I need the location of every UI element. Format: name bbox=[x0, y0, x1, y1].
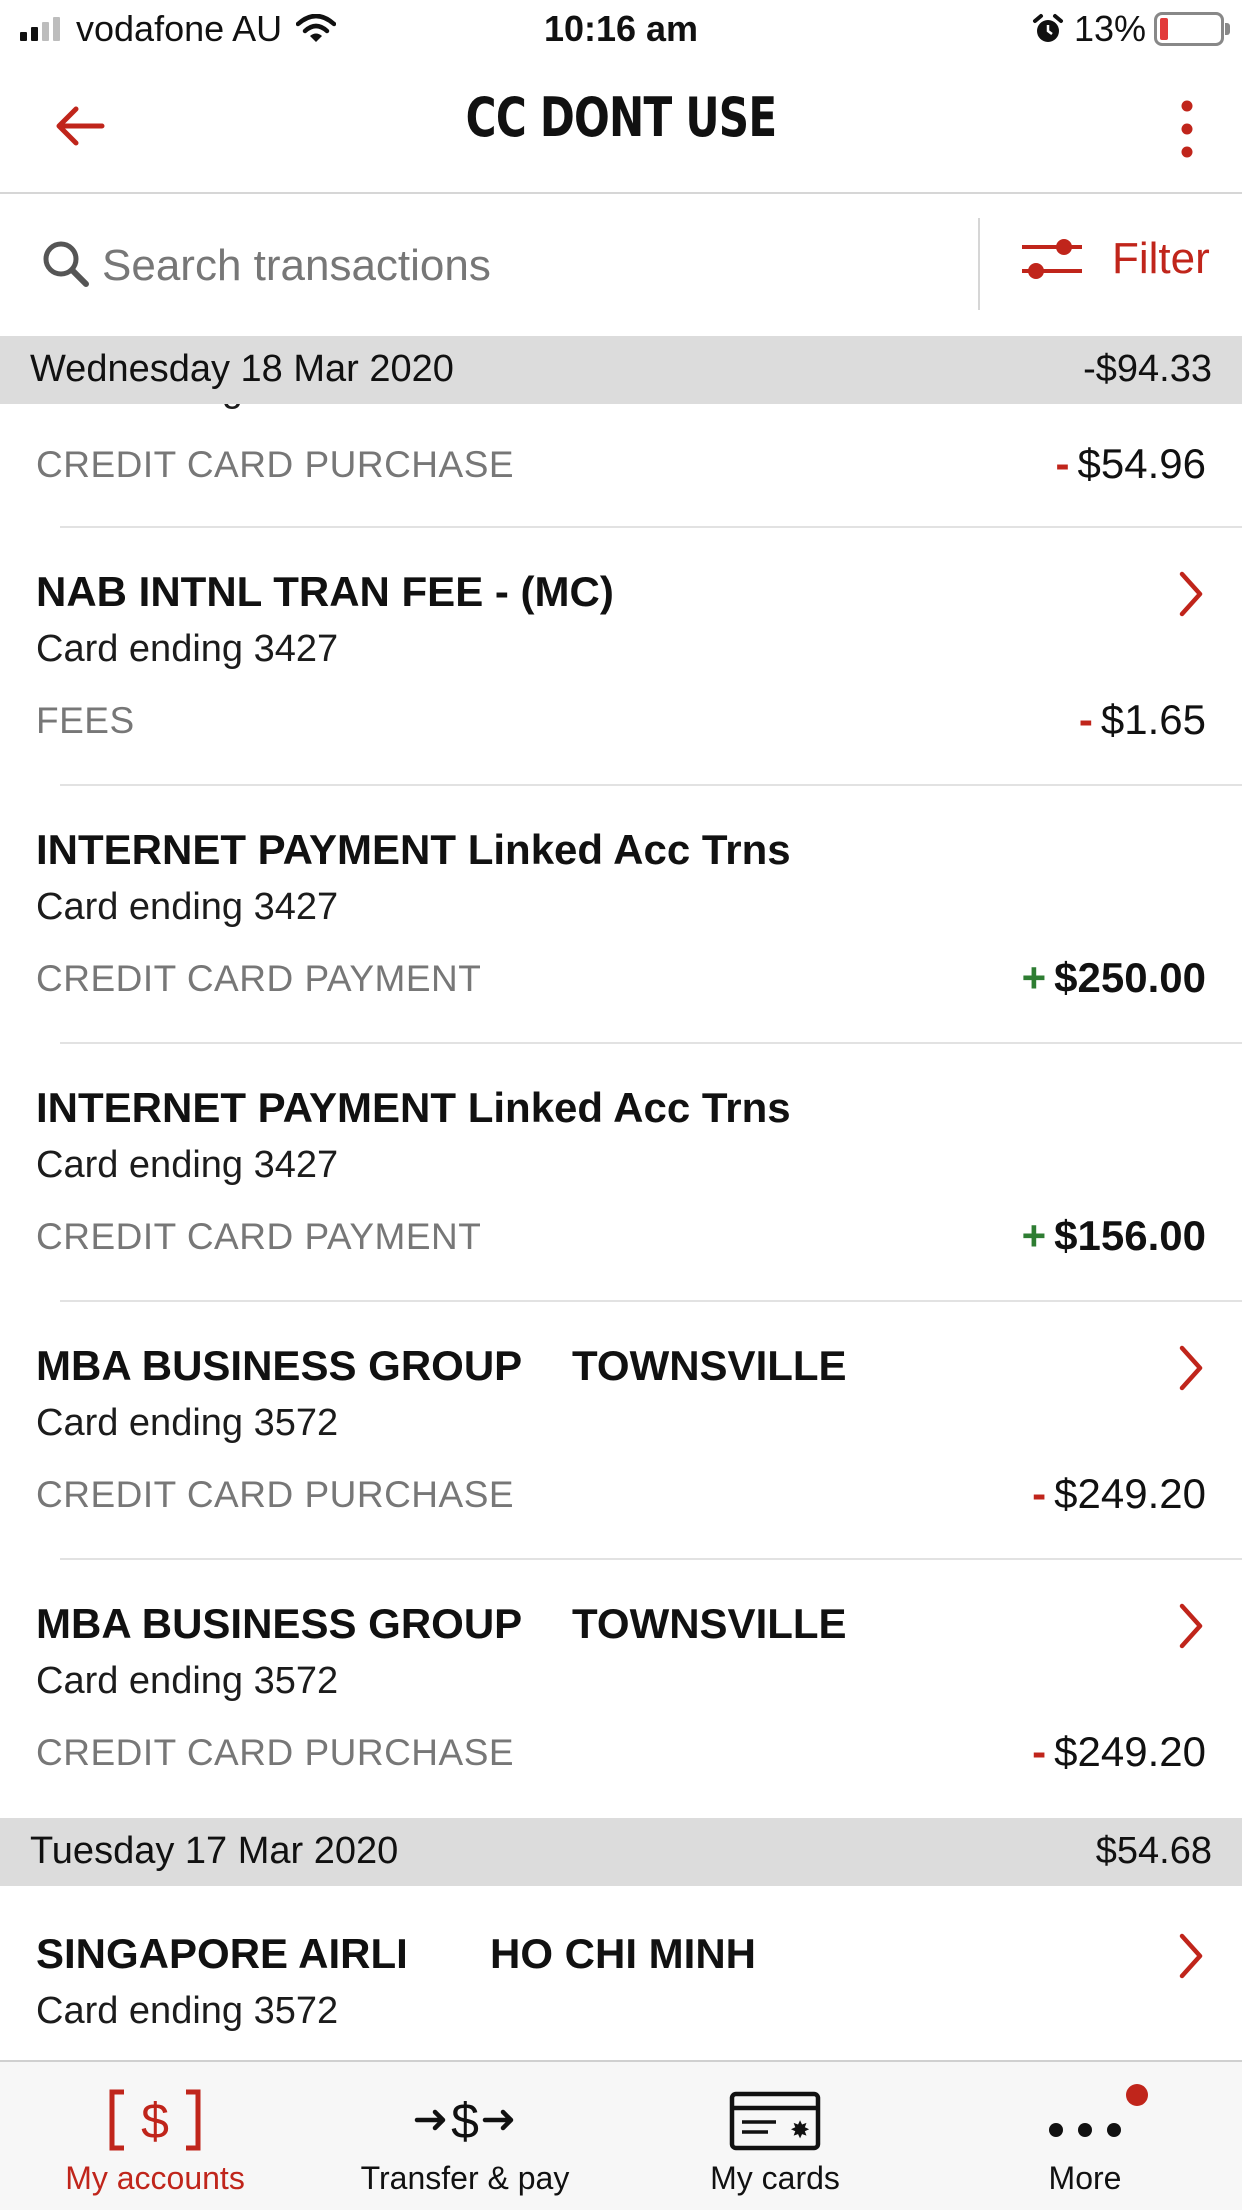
tab-label: More bbox=[1048, 2160, 1122, 2196]
transaction-row[interactable]: INTERNET PAYMENT Linked Acc Trns Card en… bbox=[0, 1044, 1242, 1300]
section-total: -$94.33 bbox=[1083, 348, 1212, 390]
more-horizontal-icon bbox=[1049, 2123, 1121, 2137]
transaction-amount: - $1.65 bbox=[1079, 696, 1206, 744]
chevron-right-icon bbox=[1179, 1603, 1203, 1649]
bottom-tab-bar: $ My accounts $ Transfer & pay ✸ My card… bbox=[0, 2060, 1242, 2210]
amount-sign: - bbox=[1078, 696, 1093, 743]
transaction-amount: - $249.20 bbox=[1032, 1728, 1206, 1776]
notification-badge bbox=[1126, 2084, 1148, 2106]
transaction-name: SINGAPORE AIRLI bbox=[36, 1930, 408, 1977]
filter-label: Filter bbox=[1112, 234, 1210, 283]
svg-text:$: $ bbox=[141, 2093, 169, 2149]
more-vertical-icon[interactable] bbox=[1172, 98, 1202, 160]
amount-value: $54.96 bbox=[1077, 440, 1206, 487]
amount-value: $249.20 bbox=[1054, 1470, 1206, 1517]
tab-more[interactable]: More bbox=[930, 2062, 1240, 2210]
card-ending: Card ending 3572 bbox=[36, 1660, 339, 1702]
transaction-row[interactable]: SINGAPORE AIRLI HO CHI MINH Card ending … bbox=[0, 1886, 1242, 2060]
arrow-left-icon[interactable] bbox=[50, 96, 110, 156]
transaction-row[interactable]: NAB INTNL TRAN FEE - (MC) Card ending 34… bbox=[0, 528, 1242, 784]
transaction-category: CREDIT CARD PURCHASE bbox=[36, 1732, 515, 1773]
search-icon bbox=[43, 241, 89, 287]
transaction-name: INTERNET PAYMENT Linked Acc Trns bbox=[36, 826, 791, 873]
tab-my-accounts[interactable]: $ My accounts bbox=[0, 2062, 310, 2210]
transfer-dollar-icon: $ bbox=[414, 2093, 514, 2149]
transaction-category: CREDIT CARD PAYMENT bbox=[36, 1216, 482, 1257]
amount-sign: - bbox=[1055, 440, 1070, 487]
header: CC DONT USE bbox=[0, 62, 1242, 194]
transaction-category: CREDIT CARD PAYMENT bbox=[36, 958, 482, 999]
transaction-name: INTERNET PAYMENT Linked Acc Trns bbox=[36, 1084, 791, 1131]
card-ending: Card ending 3427 bbox=[36, 1144, 339, 1186]
transaction-row[interactable]: MBA BUSINESS GROUP TOWNSVILLE Card endin… bbox=[0, 1560, 1242, 1816]
transaction-location: TOWNSVILLE bbox=[572, 1342, 847, 1389]
search-row: Filter bbox=[0, 194, 1242, 336]
amount-value: $1.65 bbox=[1100, 696, 1206, 743]
amount-sign: - bbox=[1032, 1728, 1047, 1775]
credit-card-icon: ✸ bbox=[729, 2091, 821, 2151]
amount-sign: + bbox=[1021, 954, 1047, 1001]
status-right: 13% bbox=[1032, 8, 1230, 50]
alarm-icon bbox=[1032, 14, 1063, 42]
sliders-icon bbox=[1022, 239, 1082, 279]
section-date: Tuesday 17 Mar 2020 bbox=[30, 1830, 399, 1872]
transaction-location: HO CHI MINH bbox=[490, 1930, 756, 1977]
search-input[interactable] bbox=[100, 230, 964, 302]
card-ending: Card ending 3572 bbox=[36, 1990, 339, 2032]
tab-label: My accounts bbox=[65, 2160, 245, 2196]
card-ending: Card ending 3572 bbox=[36, 1402, 339, 1444]
svg-text:✸: ✸ bbox=[790, 2116, 810, 2144]
status-bar: vodafone AU 10:16 am 13% bbox=[0, 0, 1242, 62]
date-section-header: Tuesday 17 Mar 2020 $54.68 bbox=[0, 1818, 1242, 1886]
chevron-right-icon bbox=[1179, 1933, 1203, 1979]
transaction-name: MBA BUSINESS GROUP bbox=[36, 1600, 523, 1647]
transaction-amount: - $249.20 bbox=[1032, 1470, 1206, 1518]
amount-value: $156.00 bbox=[1054, 1212, 1206, 1259]
page-title: CC DONT USE bbox=[465, 86, 777, 149]
battery-icon bbox=[1154, 12, 1230, 46]
transaction-category: CREDIT CARD PURCHASE bbox=[36, 444, 515, 485]
date-section-header: Wednesday 18 Mar 2020 -$94.33 bbox=[0, 336, 1242, 404]
tab-label: My cards bbox=[710, 2160, 840, 2196]
transaction-name: NAB INTNL TRAN FEE - (MC) bbox=[36, 568, 614, 615]
amount-sign: - bbox=[1032, 1470, 1047, 1517]
transaction-row[interactable]: INTERNET PAYMENT Linked Acc Trns Card en… bbox=[0, 786, 1242, 1042]
transaction-amount: + $156.00 bbox=[1022, 1212, 1206, 1260]
transaction-category: FEES bbox=[36, 700, 135, 741]
transaction-amount: - $54.96 bbox=[1056, 440, 1206, 488]
transaction-location: TOWNSVILLE bbox=[572, 1600, 847, 1647]
transaction-name: MBA BUSINESS GROUP bbox=[36, 1342, 523, 1389]
svg-text:$: $ bbox=[451, 2093, 479, 2149]
tab-my-cards[interactable]: ✸ My cards bbox=[620, 2062, 930, 2210]
amount-sign: + bbox=[1021, 1212, 1047, 1259]
chevron-right-icon bbox=[1179, 1345, 1203, 1391]
section-date: Wednesday 18 Mar 2020 bbox=[30, 348, 454, 390]
card-ending: Card ending 3427 bbox=[36, 628, 339, 670]
chevron-right-icon bbox=[1179, 571, 1203, 617]
amount-value: $249.20 bbox=[1054, 1728, 1206, 1775]
amount-value: $250.00 bbox=[1054, 954, 1206, 1001]
section-total: $54.68 bbox=[1095, 1830, 1212, 1872]
battery-percent: 13% bbox=[1073, 8, 1146, 49]
card-ending: Card ending 3427 bbox=[36, 886, 339, 928]
transaction-category: CREDIT CARD PURCHASE bbox=[36, 1474, 515, 1515]
transaction-amount: + $250.00 bbox=[1022, 954, 1206, 1002]
dollar-brackets-icon: $ bbox=[109, 2089, 201, 2151]
tab-label: Transfer & pay bbox=[360, 2160, 570, 2196]
transaction-row[interactable]: MBA BUSINESS GROUP TOWNSVILLE Card endin… bbox=[0, 1302, 1242, 1558]
divider bbox=[978, 218, 980, 310]
filter-button[interactable]: Filter bbox=[1020, 234, 1210, 284]
tab-transfer-pay[interactable]: $ Transfer & pay bbox=[310, 2062, 620, 2210]
